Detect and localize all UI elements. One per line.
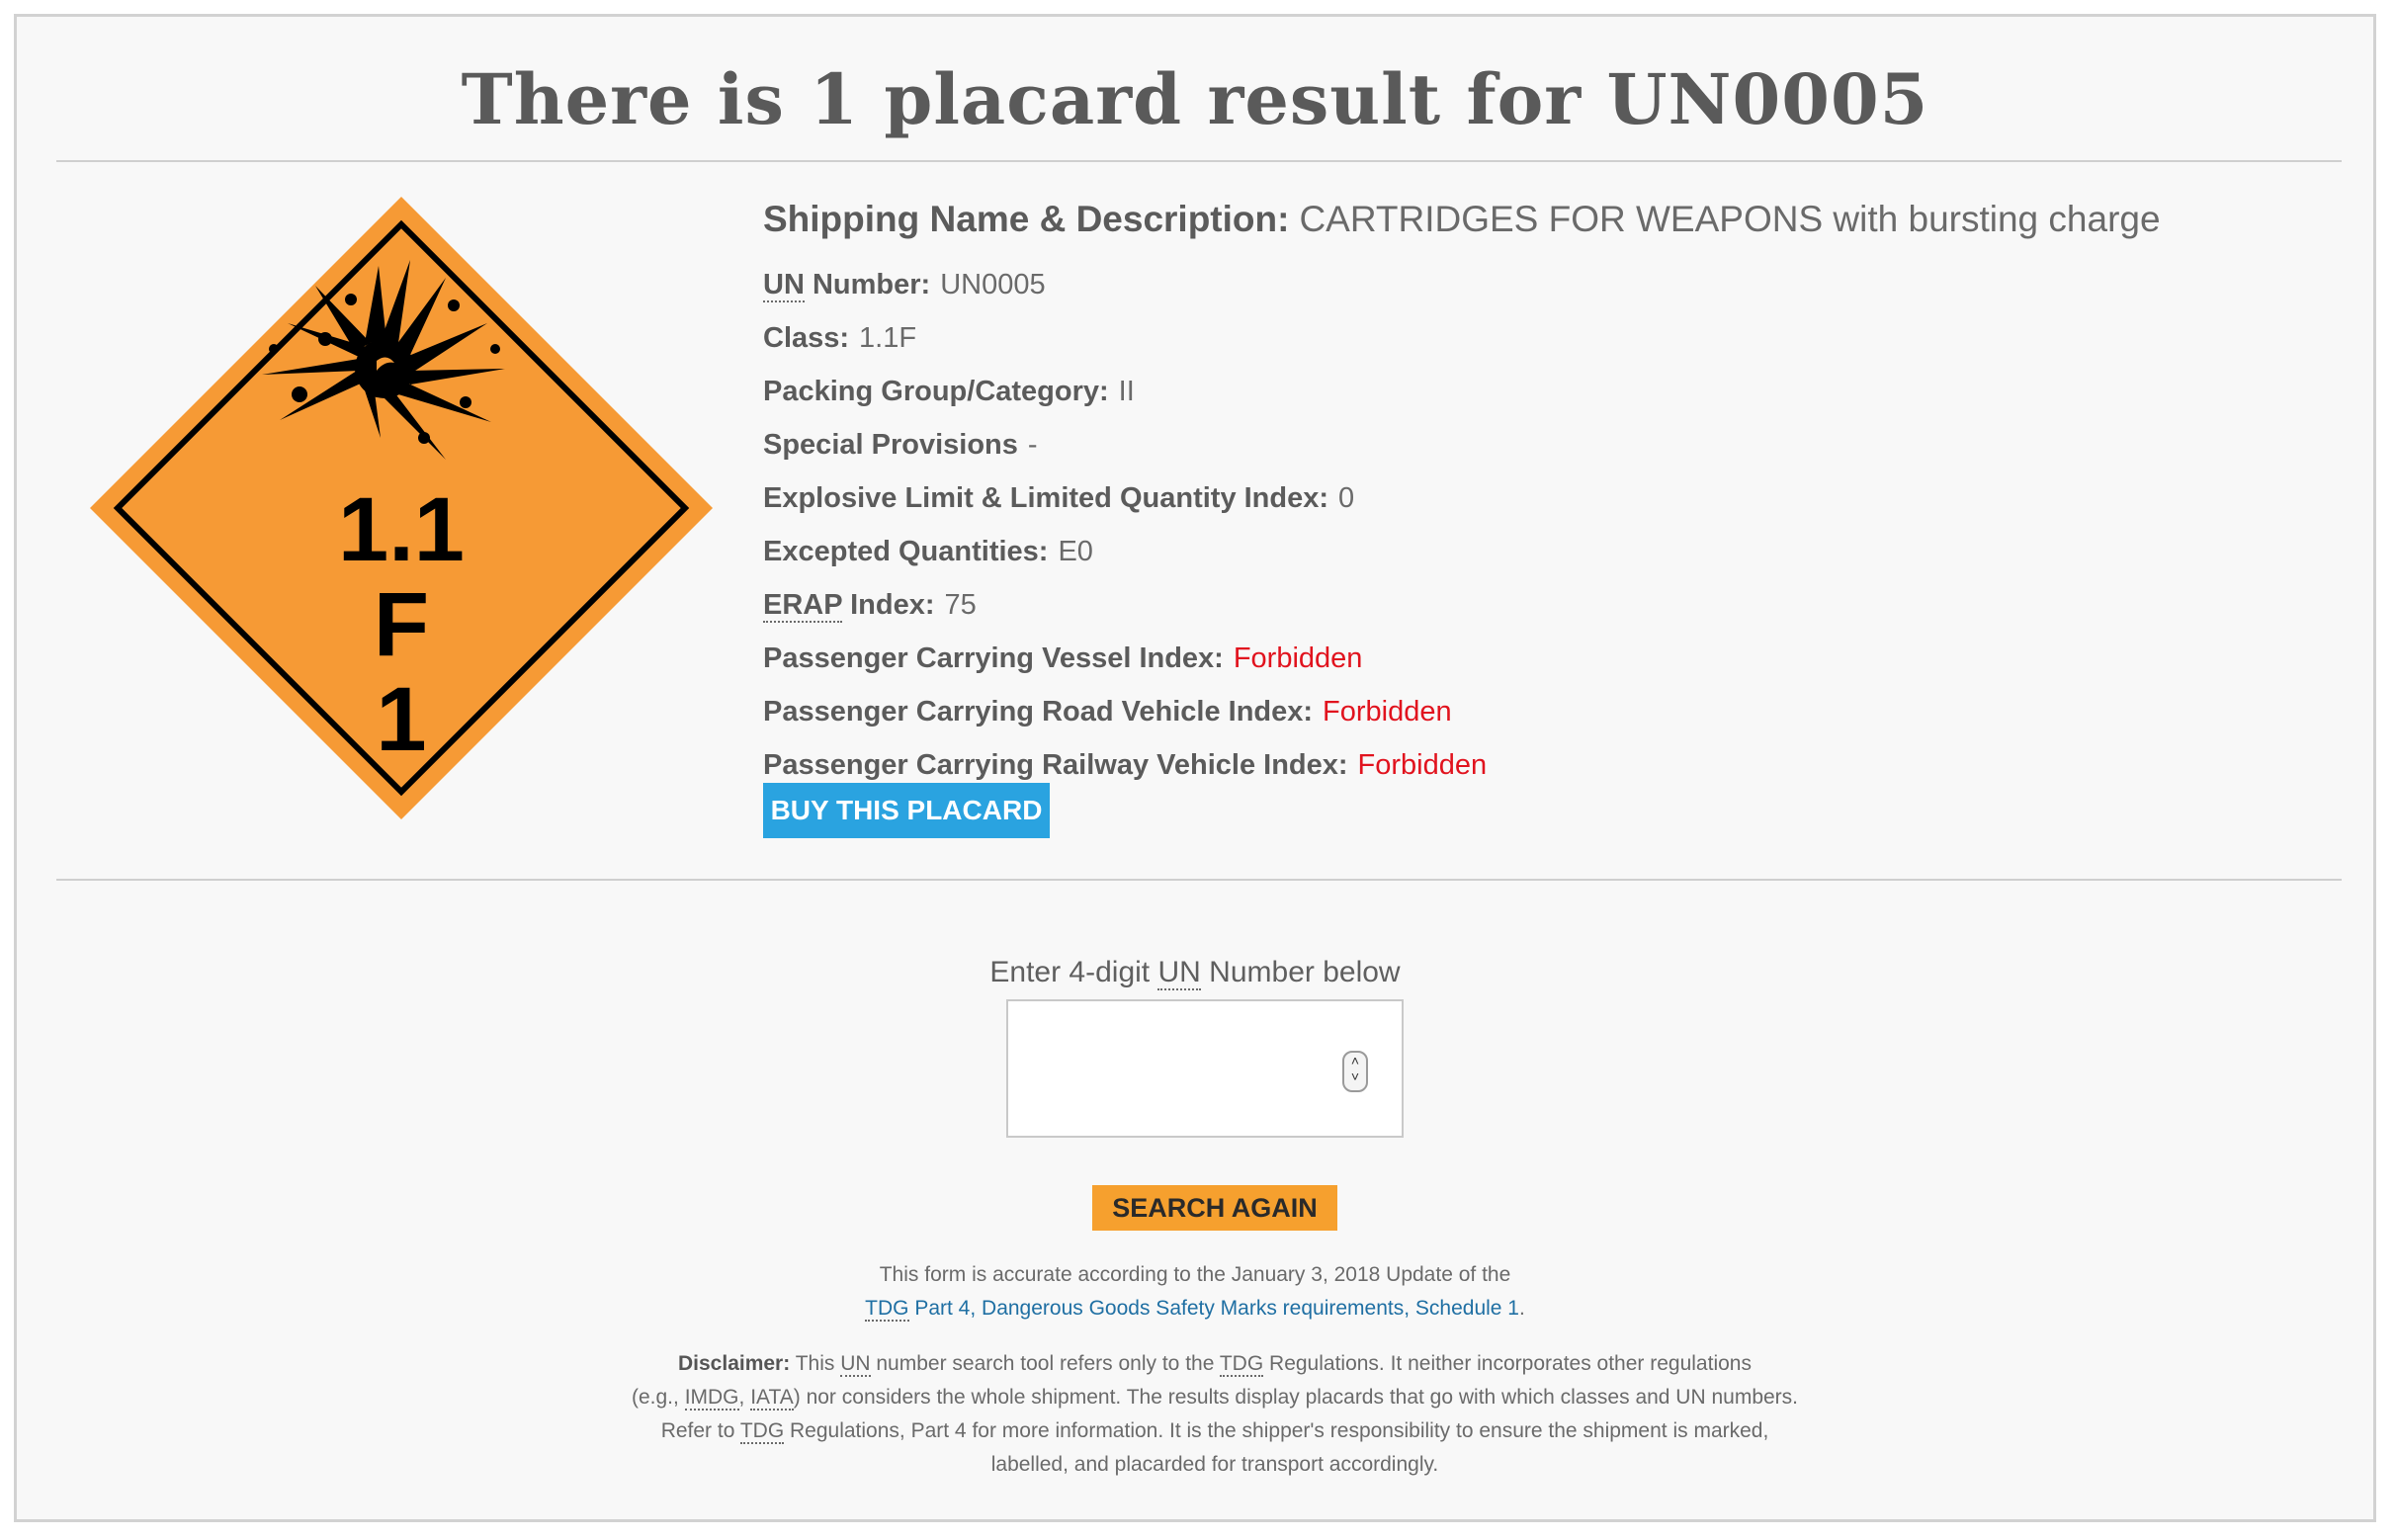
class-value: 1.1F (859, 322, 917, 354)
shipping-name-value: CARTRIDGES FOR WEAPONS with bursting cha… (1299, 199, 2161, 239)
accuracy-note: This form is accurate according to the J… (17, 1258, 2373, 1326)
disclaimer-label: Disclaimer: (678, 1352, 791, 1375)
disclaimer: Disclaimer: This UN number search tool r… (511, 1347, 1919, 1482)
road-vehicle-index-label: Passenger Carrying Road Vehicle Index: (763, 696, 1314, 727)
un-abbr: UN (840, 1352, 871, 1377)
road-vehicle-index-value: Forbidden (1323, 696, 1452, 727)
accuracy-note-link-line: TDG Part 4, Dangerous Goods Safety Marks… (17, 1292, 2373, 1326)
un-search-label-post: Number below (1200, 956, 1401, 988)
erap-abbr: ERAP (763, 589, 843, 623)
imdg-abbr: IMDG (684, 1386, 739, 1411)
iata-abbr: IATA (750, 1386, 794, 1411)
search-again-button[interactable]: SEARCH AGAIN (1092, 1185, 1337, 1231)
class-row: Class: 1.1F (763, 311, 2305, 365)
accuracy-note-period: . (1518, 1297, 1525, 1320)
divider-top (56, 160, 2342, 162)
tdg-abbr: TDG (1219, 1352, 1264, 1377)
un-number-value: UN0005 (940, 269, 1046, 300)
placard-class-number: 1 (376, 669, 426, 770)
buy-placard-button[interactable]: BUY THIS PLACARD (763, 783, 1050, 838)
placard-compatibility-group: F (374, 574, 429, 675)
explosive-limit-label: Explosive Limit & Limited Quantity Index… (763, 482, 1329, 514)
un-abbr: UN (763, 269, 805, 302)
packing-group-label: Packing Group/Category: (763, 376, 1109, 407)
packing-group-row: Packing Group/Category: II (763, 365, 2305, 418)
explosive-limit-row: Explosive Limit & Limited Quantity Index… (763, 471, 2305, 525)
un-number-label-rest: Number: (804, 269, 931, 300)
road-vehicle-index-row: Passenger Carrying Road Vehicle Index: Fo… (763, 685, 2305, 738)
tdg-abbr: TDG (865, 1297, 909, 1322)
un-search-label-abbr: UN (1157, 956, 1201, 990)
disclaimer-text: Regulations, Part 4 for more information… (784, 1419, 1769, 1442)
un-search-label-pre: Enter 4-digit (989, 956, 1158, 988)
un-search-label: Enter 4-digit UN Number below (17, 956, 2373, 990)
accuracy-note-line: This form is accurate according to the J… (879, 1263, 1511, 1286)
vessel-index-label: Passenger Carrying Vessel Index: (763, 642, 1224, 674)
excepted-quantities-label: Excepted Quantities: (763, 536, 1049, 567)
tdg-abbr: TDG (739, 1419, 785, 1444)
disclaimer-text: Regulations. It neither incorporates oth… (1263, 1352, 1752, 1375)
tdg-schedule-link[interactable]: TDG Part 4, Dangerous Goods Safety Marks… (865, 1297, 1519, 1322)
disclaimer-text: (e.g., (631, 1386, 685, 1409)
special-provisions-row: Special Provisions - (763, 418, 2305, 471)
page-title: There is 1 placard result for UN0005 (461, 58, 1929, 140)
shipping-name-label: Shipping Name & Description: (763, 199, 1290, 239)
placard-image: 1.1 F 1 (90, 197, 713, 819)
erap-index-label-rest: Index: (842, 589, 935, 621)
disclaimer-text: This (790, 1352, 841, 1375)
disclaimer-line-4: labelled, and placarded for transport ac… (990, 1453, 1439, 1476)
erap-index-row: ERAP Index: 75 (763, 578, 2305, 632)
disclaimer-text: ) nor considers the whole shipment. The … (793, 1386, 1799, 1409)
un-number-label: UN Number: (763, 269, 931, 302)
disclaimer-line-2: (e.g., IMDG, IATA) nor considers the who… (511, 1381, 1919, 1414)
excepted-quantities-value: E0 (1058, 536, 1093, 567)
erap-index-value: 75 (944, 589, 977, 621)
shipping-name-row: Shipping Name & Description: CARTRIDGES F… (763, 185, 2305, 254)
disclaimer-line-1: Disclaimer: This UN number search tool r… (511, 1347, 1919, 1381)
railway-vehicle-index-value: Forbidden (1357, 749, 1488, 781)
erap-index-label: ERAP Index: (763, 589, 935, 623)
vessel-index-value: Forbidden (1233, 642, 1363, 674)
placard-details: Shipping Name & Description: CARTRIDGES F… (763, 185, 2305, 792)
placard-division: 1.1 (338, 479, 465, 580)
un-number-row: UN Number: UN0005 (763, 258, 2305, 311)
number-stepper-icon[interactable]: ˄ ˅ (1342, 1051, 1368, 1092)
tdg-link-text: Part 4, Dangerous Goods Safety Marks req… (908, 1297, 1519, 1320)
special-provisions-label: Special Provisions (763, 429, 1018, 461)
explosive-limit-value: 0 (1338, 482, 1355, 514)
excepted-quantities-row: Excepted Quantities: E0 (763, 525, 2305, 578)
un-number-input[interactable]: ˄ ˅ (1006, 999, 1404, 1138)
packing-group-value: II (1118, 376, 1135, 407)
vessel-index-row: Passenger Carrying Vessel Index: Forbidde… (763, 632, 2305, 685)
disclaimer-text: , (738, 1386, 751, 1409)
disclaimer-line-3: Refer to TDG Regulations, Part 4 for mor… (511, 1414, 1919, 1448)
divider-bottom (56, 879, 2342, 881)
disclaimer-text: Refer to (660, 1419, 740, 1442)
special-provisions-value: - (1027, 429, 1038, 461)
results-panel: There is 1 placard result for UN0005 1.1… (14, 14, 2376, 1522)
disclaimer-text: number search tool refers only to the (870, 1352, 1220, 1375)
railway-vehicle-index-label: Passenger Carrying Railway Vehicle Index… (763, 749, 1348, 781)
class-label: Class: (763, 322, 850, 354)
